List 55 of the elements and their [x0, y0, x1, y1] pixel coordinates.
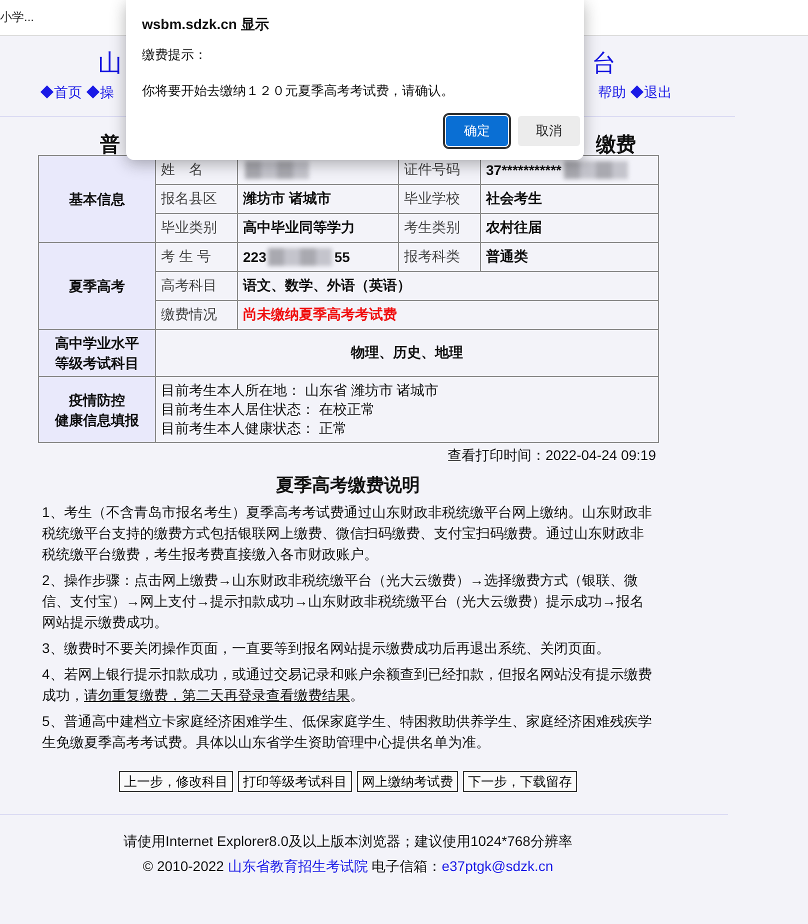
section-heading: 高中学业水平 等级考试科目 [38, 330, 156, 376]
cancel-button[interactable]: 取消 [518, 116, 580, 146]
field-label: 毕业学校 [398, 184, 480, 214]
notes-paragraph: 5、普通高中建档立卡家庭经济困难学生、低保家庭学生、特困救助供养学生、家庭经济困难残疾学生免缴夏季高考考试费。具体以山东省学生资助管理中心提供名单为准。 [42, 712, 653, 752]
field-label: 报名县区 [156, 184, 238, 214]
nav-link[interactable]: ◆退出 [630, 84, 672, 104]
action-button[interactable]: 上一步，修改科目 [119, 771, 233, 792]
copyright-text: © 2010-2022 [142, 858, 225, 874]
notes-paragraph: 3、缴费时不要关闭操作页面，一直要等到报名网站提示缴费成功后再退出系统、关闭页面。 [42, 639, 611, 658]
dialog-message: 你将要开始去缴纳１２０元夏季高考考试费，请确认。 [142, 82, 455, 100]
health-info-line: 目前考生本人所在地： 山东省 潍坊市 诸城市 [161, 381, 440, 400]
action-button[interactable]: 网上缴纳考试费 [357, 771, 458, 792]
notes-title: 夏季高考缴费说明 [276, 475, 420, 495]
org-link[interactable]: 山东省教育招生考试院 [228, 858, 368, 874]
page-title: 缴费 [596, 133, 636, 155]
section-heading: 夏季高考 [38, 242, 156, 330]
site-title: 山 [98, 49, 122, 79]
browser-tab-title[interactable]: 小学... [0, 9, 34, 26]
notes-paragraph: 1、考生（不含青岛市报名考生）夏季高考考试费通过山东财政非税统缴平台网上缴纳。山东财政非税统缴平台支持的缴费方式包括银联网上缴费、微信扫码缴费、支付宝扫码缴费。通过山东财政非税统缴平台缴费，考生报考费直接缴入各市财政账户。 [42, 503, 653, 564]
field-value: 语文、数学、外语（英语） [243, 277, 411, 295]
field-value: 高中毕业同等学力 [243, 219, 355, 237]
field-label: 毕业类别 [156, 214, 238, 242]
site-title: 台 [592, 49, 616, 79]
field-value: 尚未缴纳夏季高考考试费 [243, 306, 397, 324]
field-value: 55 [334, 249, 350, 265]
dialog-title: wsbm.sdzk.cn 显示 [142, 16, 270, 34]
confirm-button[interactable]: 确定 [446, 116, 508, 146]
page-title: 普 [100, 132, 120, 155]
field-label: 缴费情况 [156, 300, 238, 330]
nav-link[interactable]: 帮助 [598, 84, 626, 104]
field-label: 高考科目 [156, 272, 238, 300]
email-label: 电子信箱： [370, 858, 442, 874]
field-value: 37*********** [486, 162, 562, 178]
field-label: 考生类别 [398, 214, 480, 242]
field-value: 潍坊市 诸城市 [243, 190, 331, 208]
print-time: 查看打印时间：2022-04-24 09:19 [447, 447, 656, 463]
browser-notice: 请使用Internet Explorer8.0及以上版本浏览器；建议使用1024*768分辨率 [122, 832, 574, 851]
email-link[interactable]: e37ptgk@sdzk.cn [442, 858, 554, 874]
health-info-line: 目前考生本人居住状态： 在校正常 [161, 400, 376, 419]
dialog-label: 缴费提示： [142, 46, 208, 64]
notes-paragraph: 4、若网上银行提示扣款成功，或通过交易记录和账户余额查到已经扣款，但报名网站没有提示缴费成功，请勿重复缴费，第二天再登录查看缴费结果。 [42, 665, 653, 705]
field-value: 农村往届 [486, 219, 542, 237]
field-value: 社会考生 [486, 190, 542, 208]
field-value: 普通类 [486, 248, 528, 266]
action-button[interactable]: 打印等级考试科目 [238, 771, 352, 792]
subjects-value: 物理、历史、地理 [156, 330, 658, 376]
health-info-line: 目前考生本人健康状态： 正常 [161, 419, 348, 438]
section-heading: 疫情防控 健康信息填报 [38, 376, 156, 442]
field-value: 223 [243, 249, 266, 265]
action-button[interactable]: 下一步，下载留存 [463, 771, 577, 792]
field-label: 报考科类 [398, 242, 480, 272]
notes-paragraph: 2、操作步骤：点击网上缴费→山东财政非税统缴平台（光大云缴费）→选择缴费方式（银联、微信、支付宝）→网上支付→提示扣款成功→山东财政非税统缴平台（光大云缴费）提示成功→报名网站提示缴费成功。 [42, 571, 645, 632]
nav-link[interactable]: ◆首页 ◆操 [40, 84, 114, 104]
field-label: 考 生 号 [156, 242, 238, 272]
section-heading: 基本信息 [38, 156, 156, 242]
